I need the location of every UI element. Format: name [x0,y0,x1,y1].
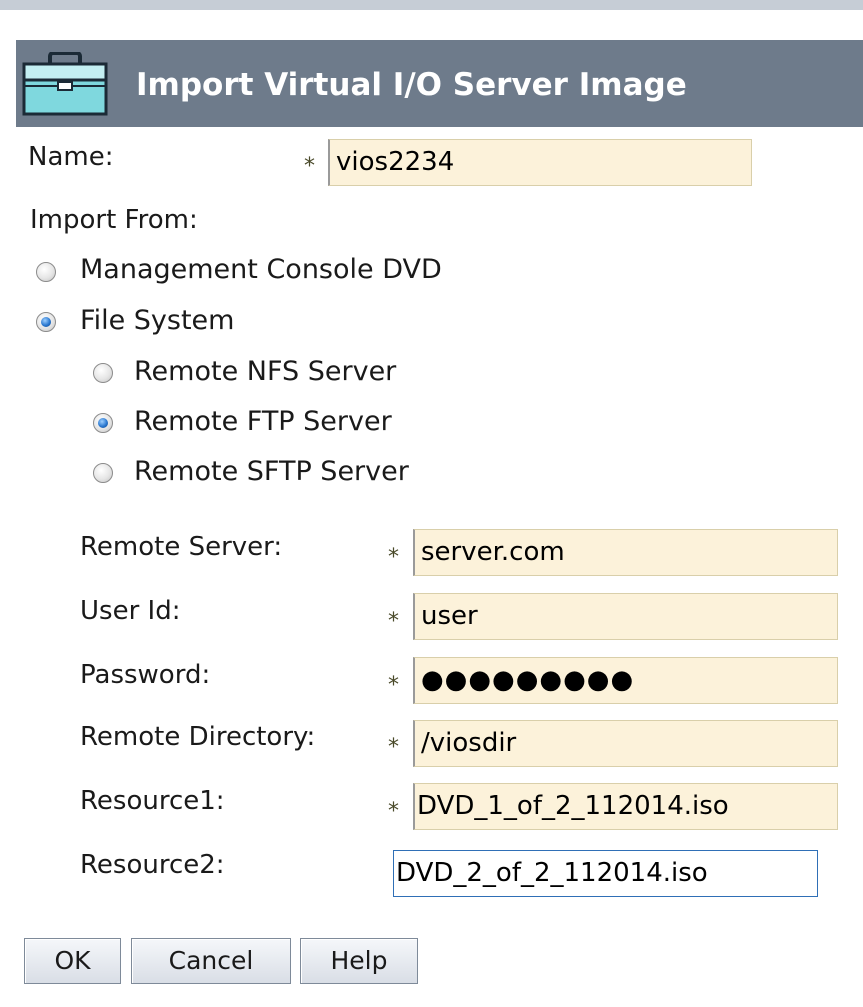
password-label: Password: [80,660,211,690]
password-input[interactable]: ●●●●●●●●● [413,657,838,704]
user-id-input[interactable]: user [413,593,838,640]
remote-directory-label: Remote Directory: [80,722,316,752]
resource2-input[interactable]: DVD_2_of_2_112014.iso [393,850,818,897]
resource1-label: Resource1: [80,786,225,816]
resource1-required-mark: * [388,799,399,824]
radio-label-remote-sftp-server: Remote SFTP Server [134,456,409,487]
radio-label-remote-ftp-server: Remote FTP Server [134,406,392,437]
user-id-required-mark: * [388,609,399,634]
radio-label-remote-nfs-server: Remote NFS Server [134,356,397,387]
toolbox-icon [22,51,108,116]
remote-server-input[interactable]: server.com [413,529,838,576]
name-label: Name: [28,142,114,172]
radio-label-file-system: File System [80,305,235,336]
radio-remote-nfs-server[interactable] [93,363,113,383]
remote-server-required-mark: * [388,545,399,570]
cancel-button[interactable]: Cancel [131,938,291,984]
remote-server-label: Remote Server: [80,532,283,562]
remote-directory-required-mark: * [388,735,399,760]
radio-remote-ftp-server[interactable] [93,413,113,433]
radio-file-system[interactable] [36,312,56,332]
help-button[interactable]: Help [300,938,418,984]
password-required-mark: * [388,673,399,698]
ok-button[interactable]: OK [24,938,121,984]
dialog-title: Import Virtual I/O Server Image [136,67,687,103]
radio-remote-sftp-server[interactable] [93,463,113,483]
user-id-label: User Id: [80,596,181,626]
dialog-title-bar: Import Virtual I/O Server Image [16,40,863,127]
resource2-label: Resource2: [80,850,225,880]
radio-label-management-console-dvd: Management Console DVD [80,254,442,285]
name-input[interactable]: vios2234 [328,139,752,186]
import-from-label: Import From: [30,205,198,235]
resource1-input[interactable]: DVD_1_of_2_112014.iso [413,783,838,830]
remote-directory-input[interactable]: /viosdir [413,720,838,767]
radio-management-console-dvd[interactable] [36,262,56,282]
name-required-mark: * [304,154,315,179]
top-divider [0,0,863,10]
